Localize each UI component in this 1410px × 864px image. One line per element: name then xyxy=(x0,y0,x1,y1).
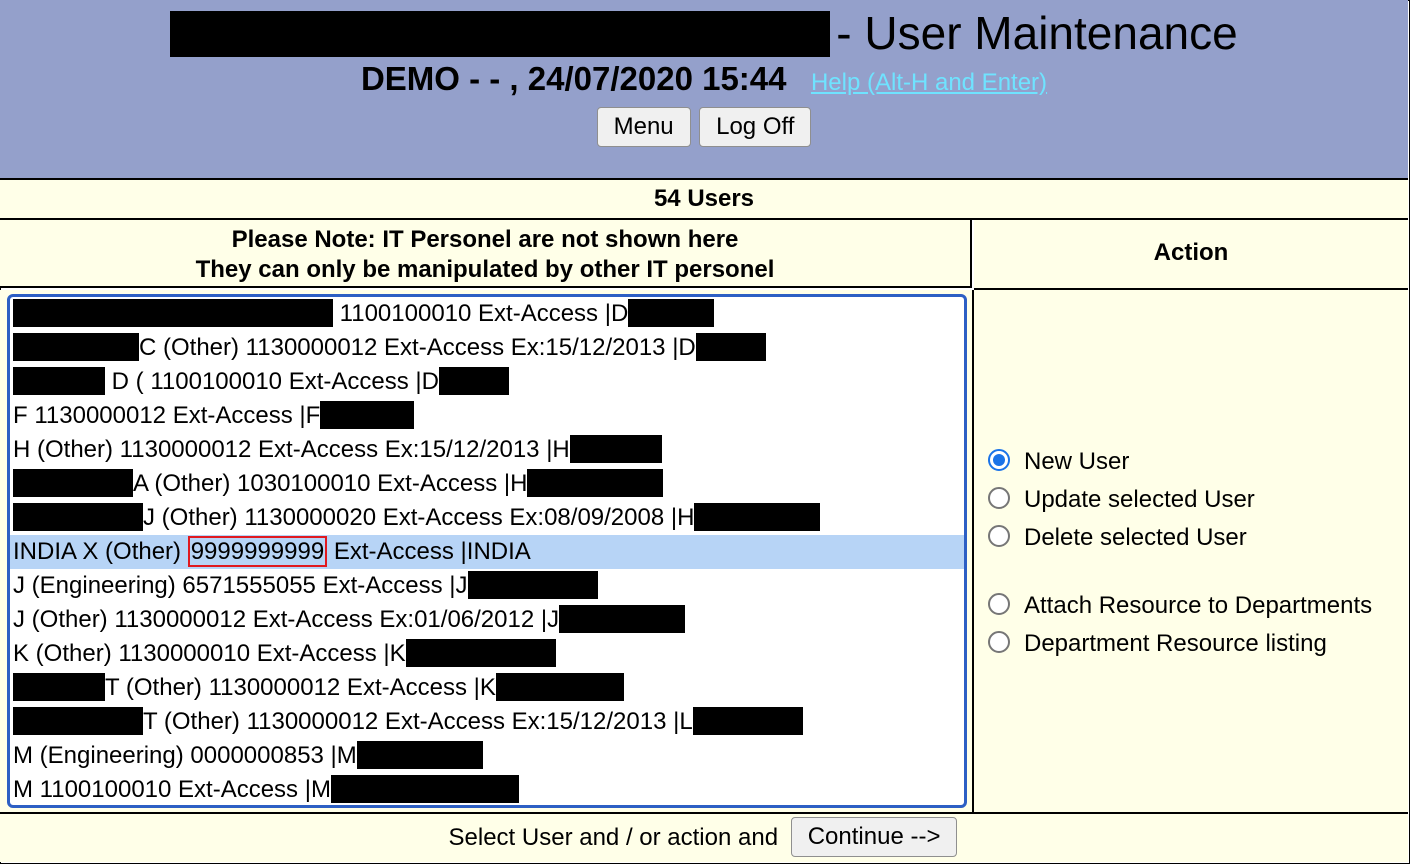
footer-prompt: Select User and / or action and xyxy=(448,824,779,851)
radio-unchecked-icon[interactable] xyxy=(988,630,1010,653)
radio-new-user[interactable]: New User xyxy=(988,444,1129,480)
list-item[interactable]: J (Other) 1130000012 Ext-Access Ex:01/06… xyxy=(10,603,964,637)
redacted-text xyxy=(467,570,598,599)
header: - User Maintenance DEMO - - , 24/07/2020… xyxy=(0,0,1408,180)
redacted-text xyxy=(495,672,624,701)
list-item[interactable]: M (Engineering) 0000000853 |M xyxy=(10,739,964,773)
redacted-text xyxy=(13,706,143,735)
list-item[interactable]: M 1100100010 Ext-Access |M xyxy=(10,773,964,805)
logoff-button[interactable]: Log Off xyxy=(699,107,812,147)
list-item[interactable]: J (Engineering) 6571555055 Ext-Access |J xyxy=(10,569,964,603)
redacted-text xyxy=(13,298,333,327)
action-header: Action xyxy=(974,220,1408,290)
note-line-1: Please Note: IT Personel are not shown h… xyxy=(231,226,739,253)
help-link[interactable]: Help (Alt-H and Enter) xyxy=(811,69,1047,96)
list-item[interactable]: 1100100010 Ext-Access |D xyxy=(10,297,964,331)
list-item[interactable]: J (Other) 1130000020 Ext-Access Ex:08/09… xyxy=(10,501,964,535)
redacted-text xyxy=(628,298,715,327)
users-count: 54 Users xyxy=(0,180,1408,220)
list-item[interactable]: T (Other) 1130000012 Ext-Access Ex:15/12… xyxy=(10,705,964,739)
redacted-text xyxy=(569,434,662,463)
user-list-cell: 1100100010 Ext-Access |D C (Other) 11300… xyxy=(0,290,974,814)
session-subtitle: DEMO - - , 24/07/2020 15:44 xyxy=(360,60,787,97)
redacted-text xyxy=(695,332,766,361)
redacted-text xyxy=(438,366,509,395)
redacted-text xyxy=(356,740,483,769)
redacted-text xyxy=(692,706,803,735)
redacted-text xyxy=(559,604,686,633)
session-info: DEMO - - , 24/07/2020 15:44 Help (Alt-H … xyxy=(0,60,1408,98)
page-title-text: - User Maintenance xyxy=(836,7,1238,59)
radio-unchecked-icon[interactable] xyxy=(988,524,1010,547)
redacted-text xyxy=(13,502,143,531)
redacted-text xyxy=(13,468,133,497)
list-item[interactable]: H (Other) 1130000012 Ext-Access Ex:15/12… xyxy=(10,433,964,467)
radio-checked-icon[interactable] xyxy=(988,448,1010,471)
highlighted-user-code: 9999999999 xyxy=(187,536,328,567)
redacted-text xyxy=(13,672,105,701)
page-title: - User Maintenance xyxy=(0,6,1408,60)
user-listbox[interactable]: 1100100010 Ext-Access |D C (Other) 11300… xyxy=(7,294,967,808)
radio-delete-user[interactable]: Delete selected User xyxy=(988,520,1247,556)
list-item[interactable]: T (Other) 1130000012 Ext-Access |K xyxy=(10,671,964,705)
list-item[interactable]: D ( 1100100010 Ext-Access |D xyxy=(10,365,964,399)
it-personnel-note: Please Note: IT Personel are not shown h… xyxy=(0,220,972,288)
radio-attach-resource[interactable]: Attach Resource to Departments xyxy=(988,588,1372,624)
menu-button[interactable]: Menu xyxy=(596,107,691,147)
redacted-text xyxy=(330,774,519,803)
redacted-text xyxy=(527,468,664,497)
redacted-text xyxy=(320,400,415,429)
redacted-text xyxy=(694,502,821,531)
list-item-selected[interactable]: INDIA X (Other) 9999999999 Ext-Access |I… xyxy=(10,535,964,569)
radio-dept-listing[interactable]: Department Resource listing xyxy=(988,626,1327,662)
radio-unchecked-icon[interactable] xyxy=(988,592,1010,615)
action-panel: New User Update selected User Delete sel… xyxy=(974,290,1408,814)
list-item[interactable]: F 1130000012 Ext-Access |F xyxy=(10,399,964,433)
list-item[interactable]: K (Other) 1130000010 Ext-Access |K xyxy=(10,637,964,671)
footer: Select User and / or action and Continue… xyxy=(0,814,1408,862)
header-buttons: Menu Log Off xyxy=(0,107,1408,147)
radio-unchecked-icon[interactable] xyxy=(988,486,1010,509)
continue-button[interactable]: Continue --> xyxy=(790,816,958,857)
redacted-text xyxy=(13,332,139,361)
redacted-text xyxy=(13,366,105,395)
note-line-2: They can only be manipulated by other IT… xyxy=(195,256,775,283)
redacted-text xyxy=(405,638,556,667)
redacted-company-name xyxy=(170,10,831,57)
list-item[interactable]: C (Other) 1130000012 Ext-Access Ex:15/12… xyxy=(10,331,964,365)
list-item[interactable]: A (Other) 1030100010 Ext-Access |H xyxy=(10,467,964,501)
radio-update-user[interactable]: Update selected User xyxy=(988,482,1255,518)
